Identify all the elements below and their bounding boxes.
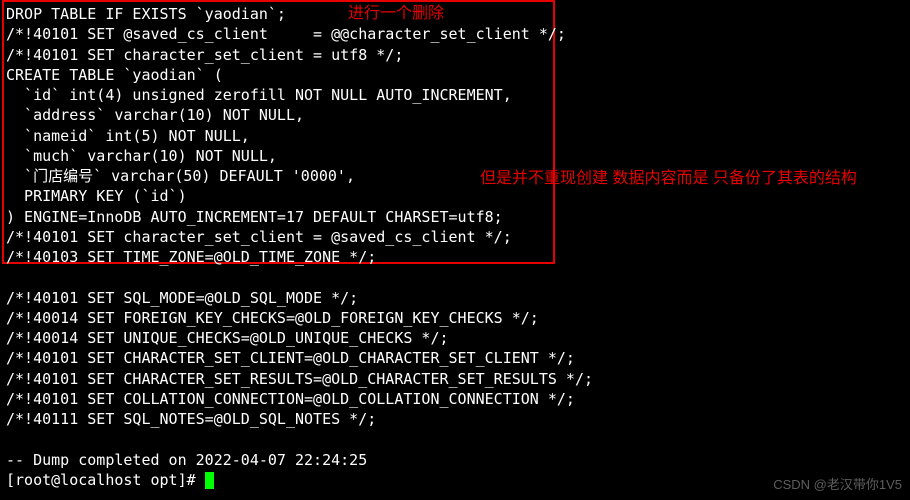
shell-prompt[interactable]: [root@localhost opt]#	[6, 471, 205, 489]
sql-line: `id` int(4) unsigned zerofill NOT NULL A…	[6, 86, 512, 104]
sql-line: /*!40101 SET character_set_client = utf8…	[6, 46, 403, 64]
sql-line: -- Dump completed on 2022-04-07 22:24:25	[6, 451, 367, 469]
sql-line: `门店编号` varchar(50) DEFAULT '0000',	[6, 167, 355, 185]
sql-line: `address` varchar(10) NOT NULL,	[6, 106, 304, 124]
sql-line: DROP TABLE IF EXISTS `yaodian`;	[6, 5, 286, 23]
sql-line: /*!40101 SET @saved_cs_client = @@charac…	[6, 25, 566, 43]
sql-line: /*!40103 SET TIME_ZONE=@OLD_TIME_ZONE */…	[6, 248, 376, 266]
sql-line: /*!40111 SET SQL_NOTES=@OLD_SQL_NOTES */…	[6, 410, 376, 428]
sql-line: /*!40101 SET COLLATION_CONNECTION=@OLD_C…	[6, 390, 575, 408]
terminal-output: DROP TABLE IF EXISTS `yaodian`; /*!40101…	[6, 4, 904, 490]
sql-line: /*!40101 SET character_set_client = @sav…	[6, 228, 512, 246]
sql-line: /*!40101 SET CHARACTER_SET_RESULTS=@OLD_…	[6, 370, 593, 388]
sql-line: /*!40014 SET UNIQUE_CHECKS=@OLD_UNIQUE_C…	[6, 329, 449, 347]
sql-line: /*!40101 SET SQL_MODE=@OLD_SQL_MODE */;	[6, 289, 358, 307]
sql-line: /*!40101 SET CHARACTER_SET_CLIENT=@OLD_C…	[6, 349, 575, 367]
sql-line: ) ENGINE=InnoDB AUTO_INCREMENT=17 DEFAUL…	[6, 208, 503, 226]
sql-line: `nameid` int(5) NOT NULL,	[6, 127, 250, 145]
sql-line: CREATE TABLE `yaodian` (	[6, 66, 223, 84]
sql-line: /*!40014 SET FOREIGN_KEY_CHECKS=@OLD_FOR…	[6, 309, 539, 327]
cursor-icon	[205, 472, 214, 489]
sql-line: `much` varchar(10) NOT NULL,	[6, 147, 277, 165]
sql-line: PRIMARY KEY (`id`)	[6, 187, 187, 205]
